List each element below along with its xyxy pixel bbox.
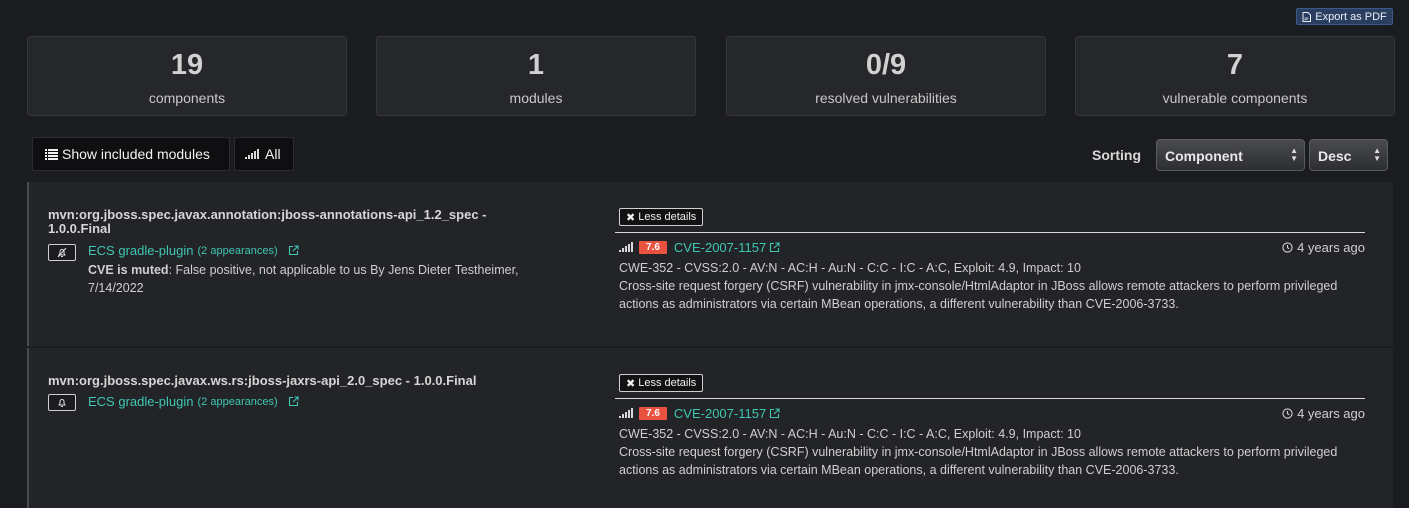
stat-value: 0/9 <box>865 49 907 81</box>
divider <box>615 232 1365 233</box>
sort-order-select[interactable]: Desc ▲ ▼ <box>1309 139 1388 171</box>
select-arrows-icon: ▲ ▼ <box>1373 146 1381 163</box>
bell-slash-icon <box>57 247 67 258</box>
vulnerability-description: Cross-site request forgery (CSRF) vulner… <box>619 445 1338 477</box>
file-pdf-icon <box>1302 11 1312 22</box>
divider <box>615 398 1365 399</box>
sorting-label: Sorting <box>1092 147 1141 163</box>
appearances-count: (2 appearances) <box>197 395 278 408</box>
list-icon <box>45 148 58 160</box>
stat-label: vulnerable components <box>1162 90 1308 106</box>
vulnerability-age: 4 years ago <box>1282 406 1365 421</box>
stat-value: 19 <box>170 49 204 81</box>
close-icon: ✖ <box>626 377 636 390</box>
vulnerability-description: Cross-site request forgery (CSRF) vulner… <box>619 279 1338 311</box>
vulnerability-header: 7.6 CVE-2007-1157 4 years ago <box>619 405 1365 421</box>
stat-label: components <box>148 90 226 106</box>
severity-filter-label: All <box>265 146 281 162</box>
bell-icon <box>58 399 66 407</box>
origin-label: ECS gradle-plugin <box>88 394 194 409</box>
cvss-score-badge: 7.6 <box>639 406 667 420</box>
vulnerability-age: 4 years ago <box>1282 240 1365 255</box>
mute-toggle[interactable] <box>48 394 76 411</box>
mute-toggle[interactable] <box>48 244 76 261</box>
cve-link[interactable]: CVE-2007-1157 <box>674 240 780 255</box>
clock-icon <box>1282 241 1293 253</box>
close-icon: ✖ <box>626 211 636 224</box>
stat-label: modules <box>509 90 563 106</box>
cvss-score-badge: 7.6 <box>639 240 667 254</box>
external-link-icon <box>288 245 299 256</box>
less-details-label: Less details <box>638 211 697 223</box>
severity-signal-icon <box>619 242 633 252</box>
component-name: mvn:org.jboss.spec.javax.annotation:jbos… <box>48 207 487 236</box>
less-details-button[interactable]: ✖ Less details <box>619 374 704 392</box>
sort-field-select[interactable]: Component ▲ ▼ <box>1156 139 1305 171</box>
severity-filter-button[interactable]: All <box>234 137 294 171</box>
show-modules-label: Show included modules <box>62 146 210 162</box>
external-link-icon <box>288 396 299 407</box>
component-name: mvn:org.jboss.spec.javax.ws.rs:jboss-jax… <box>48 373 477 388</box>
stat-label: resolved vulnerabilities <box>815 90 957 106</box>
vulnerability-meta: CWE-352 - CVSS:2.0 - AV:N - AC:H - Au:N … <box>619 427 1081 441</box>
stat-card-resolved: 0/9 resolved vulnerabilities <box>726 36 1046 116</box>
sort-order-value: Desc <box>1318 148 1352 164</box>
component-panel: mvn:org.jboss.spec.javax.ws.rs:jboss-jax… <box>27 348 1393 508</box>
appearances-count: (2 appearances) <box>197 244 278 257</box>
stat-card-modules: 1 modules <box>376 36 696 116</box>
component-panel: mvn:org.jboss.spec.javax.annotation:jbos… <box>27 182 1393 346</box>
stat-value: 7 <box>1226 49 1244 81</box>
cve-id: CVE-2007-1157 <box>673 239 767 255</box>
select-arrows-icon: ▲ ▼ <box>1290 146 1298 163</box>
component-origin[interactable]: ECS gradle-plugin (2 appearances) <box>88 394 299 409</box>
age-text: 4 years ago <box>1297 239 1365 255</box>
sort-field-value: Component <box>1165 148 1243 164</box>
muted-note: CVE is muted: False positive, not applic… <box>88 261 568 297</box>
severity-signal-icon <box>619 408 633 418</box>
show-modules-button[interactable]: Show included modules <box>32 137 230 171</box>
less-details-label: Less details <box>638 377 697 389</box>
stat-card-vulnerable: 7 vulnerable components <box>1075 36 1395 116</box>
stat-card-components: 19 components <box>27 36 347 116</box>
less-details-button[interactable]: ✖ Less details <box>619 208 704 226</box>
vulnerability-meta: CWE-352 - CVSS:2.0 - AV:N - AC:H - Au:N … <box>619 261 1081 275</box>
component-origin[interactable]: ECS gradle-plugin (2 appearances) <box>88 243 299 258</box>
cve-link[interactable]: CVE-2007-1157 <box>674 406 780 421</box>
vulnerability-body: CWE-352 - CVSS:2.0 - AV:N - AC:H - Au:N … <box>619 259 1379 313</box>
signal-icon <box>245 149 259 159</box>
age-text: 4 years ago <box>1297 405 1365 421</box>
clock-icon <box>1282 407 1293 419</box>
vulnerability-header: 7.6 CVE-2007-1157 4 years ago <box>619 239 1365 255</box>
stat-value: 1 <box>527 49 545 81</box>
external-link-icon <box>770 241 780 252</box>
export-pdf-label: Export as PDF <box>1315 10 1387 23</box>
external-link-icon <box>770 407 780 418</box>
export-pdf-button[interactable]: Export as PDF <box>1296 8 1393 25</box>
muted-label: CVE is muted <box>88 263 169 277</box>
cve-id: CVE-2007-1157 <box>673 405 767 421</box>
origin-label: ECS gradle-plugin <box>88 243 194 258</box>
vulnerability-body: CWE-352 - CVSS:2.0 - AV:N - AC:H - Au:N … <box>619 425 1379 479</box>
